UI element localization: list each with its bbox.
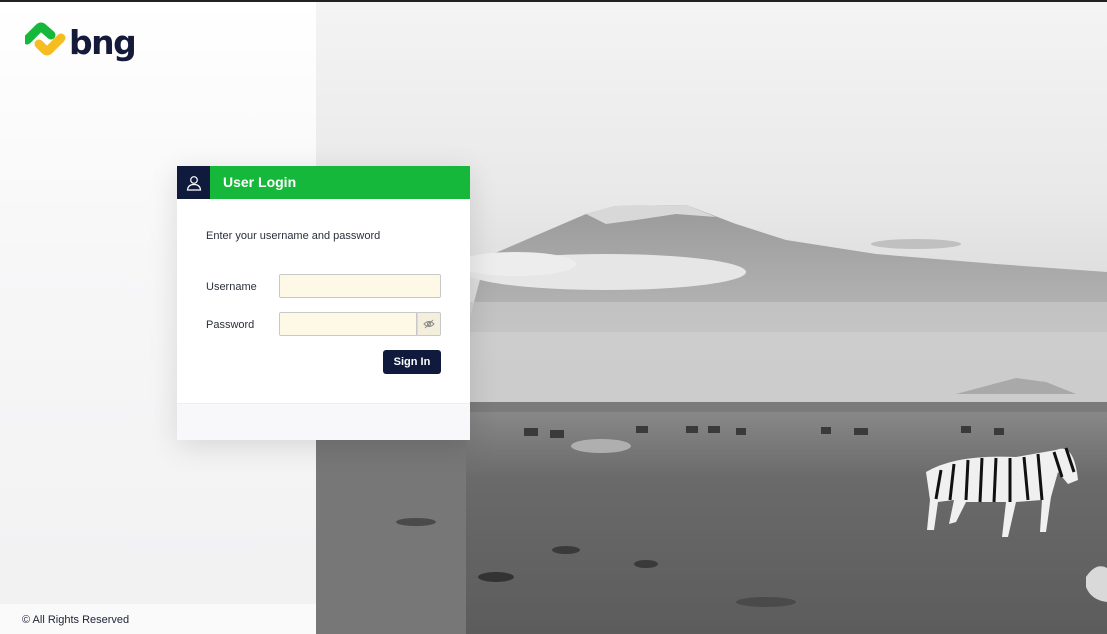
login-card-footer (177, 403, 470, 440)
bng-logo: bng (25, 22, 140, 68)
user-icon (186, 175, 201, 191)
footer-bar: © All Rights Reserved (0, 604, 316, 634)
logo-wordmark: bng (69, 23, 137, 62)
password-label: Password (206, 319, 255, 331)
user-icon-box (177, 166, 210, 199)
sign-in-button[interactable]: Sign In (383, 350, 441, 374)
login-header: User Login (177, 166, 470, 199)
password-input[interactable] (279, 312, 417, 336)
eye-slash-icon (423, 319, 435, 329)
login-title: User Login (223, 174, 297, 190)
toggle-password-visibility-button[interactable] (417, 312, 441, 336)
username-label: Username (206, 281, 257, 293)
logo-mark-icon (25, 22, 66, 56)
login-card: User Login Enter your username and passw… (177, 166, 470, 440)
username-input[interactable] (279, 274, 441, 298)
top-border (0, 0, 1107, 2)
login-instructions: Enter your username and password (206, 230, 381, 242)
copyright-text: © All Rights Reserved (22, 614, 130, 626)
